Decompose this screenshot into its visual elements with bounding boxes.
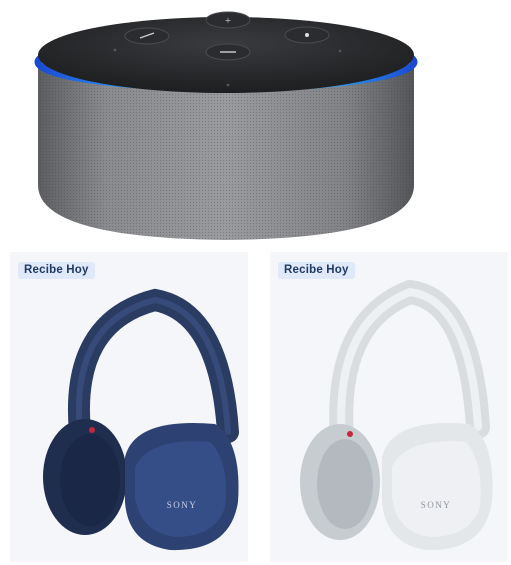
blue-headphones-image: SONY (43, 288, 239, 551)
mute-mic-button[interactable] (124, 27, 170, 45)
brand-logo: SONY (167, 500, 198, 510)
volume-up-button[interactable]: + (205, 11, 251, 29)
svg-text:+: + (225, 15, 231, 27)
white-headphones-image: SONY (300, 279, 493, 551)
action-button[interactable] (284, 26, 330, 44)
brand-logo: SONY (421, 500, 452, 510)
product-card-white-headphones[interactable]: Recibe Hoy SONY (270, 252, 508, 562)
volume-down-button[interactable] (205, 43, 251, 61)
product-card-blue-headphones[interactable]: Recibe Hoy SONY (10, 252, 248, 562)
smart-speaker-product-image[interactable]: + (0, 0, 511, 248)
